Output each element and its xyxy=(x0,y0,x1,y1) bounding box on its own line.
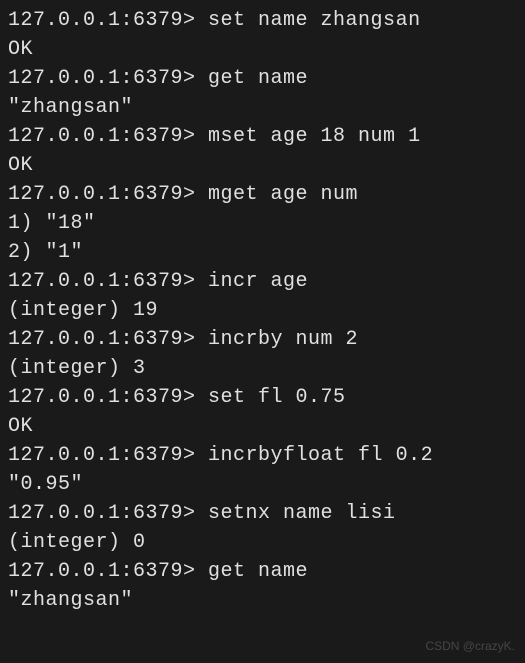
terminal-command-text: set name zhangsan xyxy=(196,9,421,32)
terminal-prompt: 127.0.0.1:6379> xyxy=(8,502,196,525)
terminal-output-text: "0.95" xyxy=(8,473,83,496)
terminal-output-line: 1) "18" xyxy=(8,209,517,238)
terminal-command-line: 127.0.0.1:6379> incrby num 2 xyxy=(8,325,517,354)
terminal-command-text: incrby num 2 xyxy=(196,328,359,351)
terminal-output-text: (integer) 19 xyxy=(8,299,158,322)
terminal-command-text: get name xyxy=(196,560,309,583)
terminal-prompt: 127.0.0.1:6379> xyxy=(8,9,196,32)
terminal-command-line: 127.0.0.1:6379> incrbyfloat fl 0.2 xyxy=(8,441,517,470)
terminal-output-text: 2) "1" xyxy=(8,241,83,264)
terminal-output-text: OK xyxy=(8,154,33,177)
terminal-output-line: "0.95" xyxy=(8,470,517,499)
terminal-output[interactable]: 127.0.0.1:6379> set name zhangsan OK 127.0… xyxy=(8,6,517,615)
terminal-command-text: mget age num xyxy=(196,183,359,206)
terminal-output-line: "zhangsan" xyxy=(8,93,517,122)
terminal-output-line: 2) "1" xyxy=(8,238,517,267)
terminal-prompt: 127.0.0.1:6379> xyxy=(8,67,196,90)
terminal-command-text: set fl 0.75 xyxy=(196,386,346,409)
terminal-output-text: 1) "18" xyxy=(8,212,96,235)
terminal-command-line: 127.0.0.1:6379> set fl 0.75 xyxy=(8,383,517,412)
terminal-prompt: 127.0.0.1:6379> xyxy=(8,328,196,351)
terminal-command-line: 127.0.0.1:6379> set name zhangsan xyxy=(8,6,517,35)
terminal-command-line: 127.0.0.1:6379> get name xyxy=(8,64,517,93)
terminal-output-text: (integer) 0 xyxy=(8,531,146,554)
terminal-command-line: 127.0.0.1:6379> mset age 18 num 1 xyxy=(8,122,517,151)
terminal-command-line: 127.0.0.1:6379> setnx name lisi xyxy=(8,499,517,528)
terminal-command-text: get name xyxy=(196,67,309,90)
terminal-output-line: (integer) 3 xyxy=(8,354,517,383)
terminal-output-text: (integer) 3 xyxy=(8,357,146,380)
terminal-output-text: OK xyxy=(8,415,33,438)
terminal-output-line: OK xyxy=(8,35,517,64)
terminal-command-line: 127.0.0.1:6379> mget age num xyxy=(8,180,517,209)
terminal-command-text: mset age 18 num 1 xyxy=(196,125,421,148)
terminal-output-line: "zhangsan" xyxy=(8,586,517,615)
terminal-output-line: (integer) 19 xyxy=(8,296,517,325)
terminal-output-line: OK xyxy=(8,151,517,180)
terminal-output-line: OK xyxy=(8,412,517,441)
terminal-output-text: "zhangsan" xyxy=(8,96,133,119)
terminal-output-line: (integer) 0 xyxy=(8,528,517,557)
terminal-command-text: setnx name lisi xyxy=(196,502,396,525)
terminal-prompt: 127.0.0.1:6379> xyxy=(8,386,196,409)
terminal-command-line: 127.0.0.1:6379> incr age xyxy=(8,267,517,296)
terminal-prompt: 127.0.0.1:6379> xyxy=(8,444,196,467)
terminal-prompt: 127.0.0.1:6379> xyxy=(8,560,196,583)
terminal-command-text: incr age xyxy=(196,270,309,293)
terminal-prompt: 127.0.0.1:6379> xyxy=(8,270,196,293)
terminal-command-line: 127.0.0.1:6379> get name xyxy=(8,557,517,586)
terminal-prompt: 127.0.0.1:6379> xyxy=(8,183,196,206)
watermark-text: CSDN @crazyK. xyxy=(425,638,515,655)
terminal-prompt: 127.0.0.1:6379> xyxy=(8,125,196,148)
terminal-output-text: OK xyxy=(8,38,33,61)
terminal-command-text: incrbyfloat fl 0.2 xyxy=(196,444,434,467)
terminal-output-text: "zhangsan" xyxy=(8,589,133,612)
